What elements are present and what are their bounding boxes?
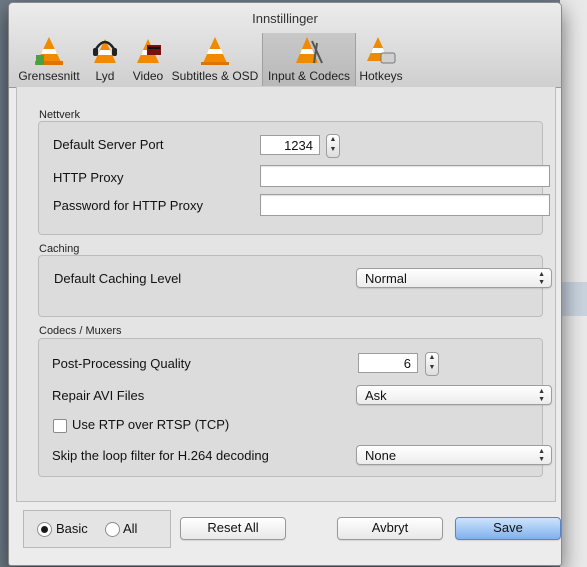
tab-video[interactable]: Video	[127, 33, 169, 86]
window-title: Innstillinger	[252, 11, 318, 26]
repair-avi-label: Repair AVI Files	[52, 388, 145, 403]
tab-hotkeys[interactable]: Hotkeys	[355, 33, 407, 86]
background-selection-strip	[560, 282, 587, 316]
vlc-cone-subtitles-icon	[201, 37, 229, 65]
caching-level-label: Default Caching Level	[54, 271, 182, 286]
http-proxy-label: HTTP Proxy	[53, 170, 124, 185]
tab-label: Subtitles & OSD	[171, 69, 259, 83]
tab-grensesnitt[interactable]: Grensesnitt	[15, 33, 83, 86]
section-title-network: Nettverk	[39, 109, 80, 121]
tab-input-codecs[interactable]: Input & Codecs	[262, 33, 356, 86]
vlc-cone-codecs-icon	[296, 37, 323, 64]
rtp-over-rtsp-label: Use RTP over RTSP (TCP)	[72, 417, 230, 432]
vlc-cone-headphones-icon	[93, 39, 117, 63]
network-group: Default Server Port 1234 ▲ ▼ HTTP Proxy P…	[38, 121, 550, 235]
server-port-stepper[interactable]: ▲ ▼	[326, 134, 340, 158]
skip-loop-filter-value: None	[365, 448, 397, 463]
repair-avi-value: Ask	[365, 388, 387, 403]
chevron-updown-icon: ▲ ▼	[538, 388, 545, 403]
mode-all-radio[interactable]	[105, 522, 120, 537]
mode-all-label: All	[123, 521, 138, 536]
tab-label: Video	[132, 69, 164, 83]
codecs-group: Post-Processing Quality 6 ▲ ▼ Repair AVI …	[38, 338, 552, 477]
tab-subtitles-osd[interactable]: Subtitles & OSD	[169, 33, 261, 86]
mode-selector: Basic All	[23, 510, 171, 548]
vlc-cone-video-icon	[137, 39, 161, 63]
chevron-updown-icon: ▲ ▼	[538, 448, 545, 463]
pp-quality-stepper[interactable]: ▲ ▼	[425, 352, 439, 376]
background-application	[560, 0, 587, 567]
pp-quality-field[interactable]: 6	[358, 353, 418, 373]
cancel-button[interactable]: Avbryt	[337, 517, 443, 540]
vlc-cone-interface-icon	[35, 37, 63, 65]
tab-lyd[interactable]: Lyd	[83, 33, 127, 86]
mode-basic-radio[interactable]	[37, 522, 52, 537]
toolbar: Innstillinger Grensesnitt Lyd Video Subt…	[9, 3, 561, 88]
server-port-field[interactable]: 1234	[260, 135, 320, 155]
tab-label: Input & Codecs	[267, 69, 351, 83]
preferences-window: Innstillinger Grensesnitt Lyd Video Subt…	[8, 2, 562, 566]
http-proxy-field[interactable]	[260, 165, 550, 187]
chevron-updown-icon: ▲ ▼	[538, 271, 545, 286]
skip-loop-filter-popup[interactable]: None ▲ ▼	[356, 445, 552, 465]
rtp-over-rtsp-checkbox[interactable]	[53, 419, 67, 433]
tab-label: Lyd	[95, 69, 115, 83]
pp-quality-label: Post-Processing Quality	[52, 356, 191, 371]
save-button[interactable]: Save	[455, 517, 561, 540]
reset-all-button[interactable]: Reset All	[180, 517, 286, 540]
preferences-panel: Nettverk Default Server Port 1234 ▲ ▼ HTT…	[16, 87, 556, 502]
tab-label: Hotkeys	[359, 69, 403, 83]
section-title-codecs: Codecs / Muxers	[39, 325, 122, 337]
section-title-caching: Caching	[39, 243, 80, 255]
skip-loop-filter-label: Skip the loop filter for H.264 decoding	[52, 448, 269, 463]
caching-level-popup[interactable]: Normal ▲ ▼	[356, 268, 552, 288]
mode-basic-label: Basic	[56, 521, 88, 536]
vlc-cone-hotkeys-icon	[367, 37, 396, 64]
caching-level-value: Normal	[365, 271, 407, 286]
proxy-password-field[interactable]	[260, 194, 550, 216]
repair-avi-popup[interactable]: Ask ▲ ▼	[356, 385, 552, 405]
proxy-password-label: Password for HTTP Proxy	[53, 198, 204, 213]
server-port-label: Default Server Port	[53, 137, 164, 152]
tab-label: Grensesnitt	[18, 69, 80, 83]
caching-group: Default Caching Level Normal ▲ ▼	[38, 255, 552, 317]
